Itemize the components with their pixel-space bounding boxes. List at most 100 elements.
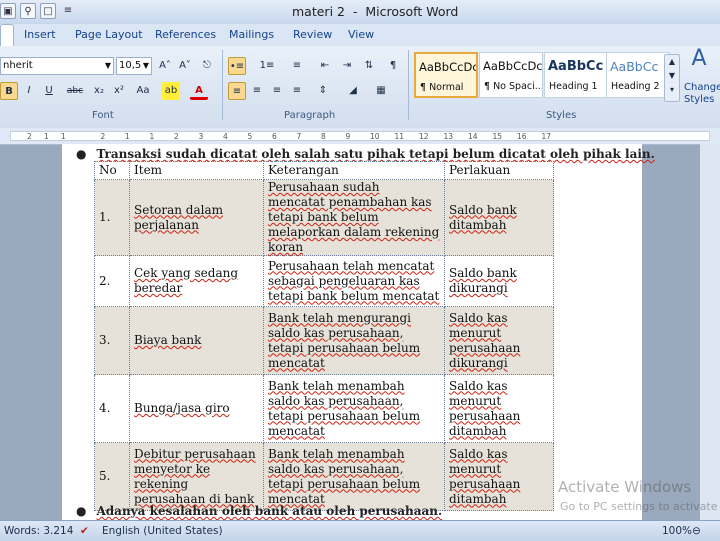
word-count[interactable]: Words: 3.214 (4, 525, 73, 537)
zoom-level[interactable]: 100% (662, 525, 692, 537)
decrease-indent-icon[interactable]: ⇤ (316, 57, 334, 75)
underline-button[interactable]: U (40, 82, 58, 100)
group-divider (408, 50, 409, 120)
style-no-spacing[interactable]: AaBbCcDc ¶ No Spaci... (479, 52, 543, 98)
styles-scroll-icon[interactable]: ▲ ▼ ▾ (664, 54, 680, 102)
proofing-icon[interactable]: ✔ (80, 525, 89, 537)
styles-group-label: Styles (546, 110, 577, 121)
borders-icon[interactable]: ▦ (372, 82, 390, 100)
reconciliation-table[interactable]: No Item Keterangan Perlakuan 1. Setoran … (94, 161, 554, 511)
cell-item: Bunga/jasa giro (129, 374, 264, 443)
style-name: ¶ Normal (420, 82, 464, 93)
ruler-tick: 10 (370, 132, 380, 141)
window-title: materi 2 - Microsoft Word (292, 4, 459, 19)
header-perlakuan: Perlakuan (444, 161, 554, 180)
bullet-paragraph: ● Transaksi sudah dicatat oleh salah satu… (76, 147, 655, 161)
table-row: 1. Setoran dalam perjalanan Perusahaan s… (94, 179, 554, 256)
tab-mailings[interactable]: Mailings (229, 28, 274, 41)
style-sample: AaBbCc (610, 59, 659, 74)
style-heading-2[interactable]: AaBbCc Heading 2 (606, 52, 670, 98)
shrink-font-icon[interactable]: A˅ (176, 57, 194, 75)
style-normal[interactable]: AaBbCcDc ¶ Normal (414, 52, 478, 98)
bullets-icon[interactable]: •≡ (228, 57, 246, 75)
increase-indent-icon[interactable]: ⇥ (338, 57, 356, 75)
new-doc-icon[interactable]: □ (40, 3, 56, 19)
ruler-tick: 11 (394, 132, 405, 141)
cell-perlakuan: Saldo bank dikurangi (444, 255, 554, 307)
chevron-down-icon: ▼ (104, 61, 111, 70)
tab-view[interactable]: View (348, 28, 374, 41)
font-name-value: nherit (3, 60, 33, 71)
cell-keterangan: Perusahaan sudah mencatat penambahan kas… (263, 179, 445, 256)
cell-keterangan: Bank telah menambah saldo kas perusahaan… (263, 374, 445, 443)
header-item: Item (129, 161, 264, 180)
ruler-tick: 6 (272, 132, 277, 141)
style-name: Heading 1 (549, 81, 598, 92)
show-marks-icon[interactable]: ¶ (384, 57, 402, 75)
bullet-text: Adanya kesalahan oleh bank atau oleh per… (96, 504, 443, 518)
zoom-out-icon[interactable]: ⊖ (692, 525, 701, 537)
shading-icon[interactable]: ◢ (344, 82, 362, 100)
sort-icon[interactable]: ⇅ (360, 57, 378, 75)
multilevel-list-icon[interactable]: ≡ (288, 57, 306, 75)
bullet-text: Transaksi sudah dicatat oleh salah satu … (96, 147, 655, 161)
cell-keterangan: Perusahaan telah mencatat sebagai pengel… (263, 255, 445, 307)
align-right-icon[interactable]: ≡ (268, 82, 286, 100)
tab-home[interactable] (0, 24, 14, 46)
ruler-tick: 1 (61, 132, 66, 141)
change-styles-button[interactable]: Change Styles (684, 82, 720, 106)
align-left-icon[interactable]: ≡ (228, 82, 246, 100)
line-spacing-icon[interactable]: ⇕ (314, 82, 332, 100)
ruler-tick: 15 (492, 132, 503, 141)
font-name-select[interactable]: nherit ▼ (0, 57, 114, 75)
ruler-tick: 2 (174, 132, 179, 141)
strikethrough-button[interactable]: abc (66, 82, 84, 100)
align-center-icon[interactable]: ≡ (248, 82, 266, 100)
ruler-tick: 7 (296, 132, 302, 141)
change-styles-icon[interactable]: A (690, 48, 708, 70)
bold-button[interactable]: B (0, 82, 18, 100)
ruler-tick: 5 (247, 132, 253, 141)
language-indicator[interactable]: English (United States) (102, 525, 223, 537)
table-row: 5. Debitur perusahaan menyetor ke rekeni… (94, 442, 554, 511)
style-sample: AaBbCcDc (483, 59, 543, 73)
tab-insert[interactable]: Insert (24, 28, 56, 41)
cell-item: Biaya bank (129, 306, 264, 375)
cell-no: 3. (94, 306, 130, 375)
document-page[interactable]: ● Transaksi sudah dicatat oleh salah satu… (62, 144, 655, 520)
ruler-tick: 3 (198, 132, 204, 141)
ruler[interactable]: 2 1 1 2 1 1 2 3 4 5 6 7 8 9 10 11 12 13 14 15 16 17 (0, 128, 720, 145)
tab-references[interactable]: References (155, 28, 216, 41)
ribbon-tabs: Insert Page Layout References Mailings R… (0, 24, 720, 46)
subscript-button[interactable]: x₂ (90, 82, 108, 100)
justify-icon[interactable]: ≡ (288, 82, 306, 100)
cell-no: 1. (94, 179, 130, 256)
customize-icon[interactable]: ≡ (60, 3, 76, 19)
style-sample: AaBbCcDc (419, 60, 478, 74)
paragraph-group-label: Paragraph (284, 110, 336, 121)
ruler-tick: 16 (517, 132, 527, 141)
chevron-down-icon: ▼ (142, 61, 149, 70)
numbering-icon[interactable]: 1≡ (258, 57, 276, 75)
ruler-tick: 14 (468, 132, 478, 141)
tab-page-layout[interactable]: Page Layout (75, 28, 143, 41)
italic-button[interactable]: I (20, 82, 38, 100)
style-heading-1[interactable]: AaBbCc Heading 1 (544, 52, 608, 98)
clear-format-icon[interactable]: ⎋ (198, 57, 216, 75)
style-name: Heading 2 (611, 81, 660, 92)
tab-review[interactable]: Review (293, 28, 332, 41)
cell-perlakuan: Saldo kas menurut perusahaan dikurangi (444, 306, 554, 375)
ruler-tick: 13 (443, 132, 454, 141)
font-color-icon[interactable]: A (190, 82, 208, 100)
grow-font-icon[interactable]: A˄ (156, 57, 174, 75)
vertical-scrollbar[interactable] (700, 144, 720, 520)
highlight-icon[interactable]: ab (162, 82, 180, 100)
font-size-select[interactable]: 10,5 ▼ (116, 57, 152, 75)
change-case-button[interactable]: Aa (132, 82, 154, 100)
print-preview-icon[interactable]: ⚲ (20, 3, 36, 19)
ruler-tick: 12 (419, 132, 429, 141)
font-group-label: Font (92, 110, 114, 121)
save-icon[interactable]: ▣ (0, 3, 16, 19)
cell-keterangan: Bank telah mengurangi saldo kas perusaha… (263, 306, 445, 375)
superscript-button[interactable]: x² (110, 82, 128, 100)
